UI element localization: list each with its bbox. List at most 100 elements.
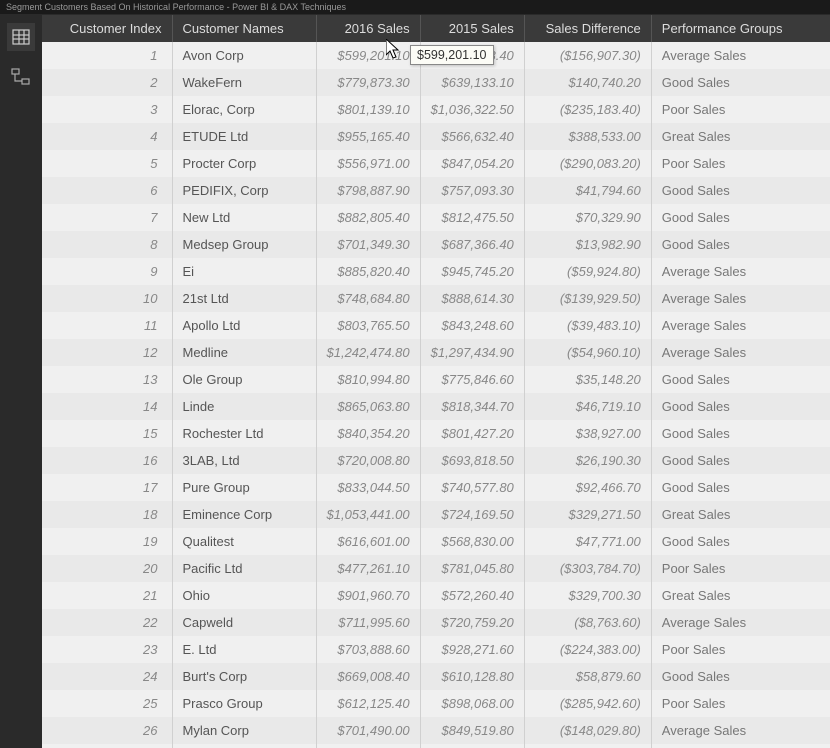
table-row[interactable]: 15Rochester Ltd$840,354.20$801,427.20$38… <box>42 420 830 447</box>
cell-2016-sales[interactable]: $901,960.70 <box>316 582 420 609</box>
cell-2015-sales[interactable]: $945,745.20 <box>420 258 524 285</box>
cell-index[interactable]: 13 <box>42 366 172 393</box>
cell-name[interactable]: Medsep Group <box>172 231 316 258</box>
cell-index[interactable]: 1 <box>42 42 172 69</box>
table-row[interactable]: 3Elorac, Corp$801,139.10$1,036,322.50($2… <box>42 96 830 123</box>
cell-diff[interactable]: ($8,763.60) <box>524 609 651 636</box>
cell-performance[interactable]: Poor Sales <box>651 690 830 717</box>
col-header-perf[interactable]: Performance Groups <box>651 15 830 42</box>
table-wrapper[interactable]: Customer Index Customer Names 2016 Sales… <box>42 15 830 748</box>
cell-2016-sales[interactable]: $1,242,474.80 <box>316 339 420 366</box>
cell-2015-sales[interactable]: $1,036,322.50 <box>420 96 524 123</box>
cell-2016-sales[interactable]: $882,805.40 <box>316 204 420 231</box>
cell-name[interactable]: Capweld <box>172 609 316 636</box>
cell-index[interactable]: 8 <box>42 231 172 258</box>
cell-index[interactable]: 11 <box>42 312 172 339</box>
cell-2016-sales[interactable]: $556,971.00 <box>316 150 420 177</box>
cell-2016-sales[interactable]: $531,966.60 <box>316 744 420 748</box>
cell-2016-sales[interactable]: $703,888.60 <box>316 636 420 663</box>
cell-diff[interactable]: $70,329.90 <box>524 204 651 231</box>
cell-name[interactable]: WakeFern <box>172 69 316 96</box>
table-row[interactable]: 5Procter Corp$556,971.00$847,054.20($290… <box>42 150 830 177</box>
cell-index[interactable]: 7 <box>42 204 172 231</box>
cell-2015-sales[interactable]: $775,846.60 <box>420 366 524 393</box>
cell-performance[interactable]: Average Sales <box>651 717 830 744</box>
cell-2016-sales[interactable]: $801,139.10 <box>316 96 420 123</box>
cell-2016-sales[interactable]: $711,995.60 <box>316 609 420 636</box>
cell-performance[interactable]: Average Sales <box>651 42 830 69</box>
cell-diff[interactable]: $39,067.70 <box>524 744 651 748</box>
cell-diff[interactable]: ($54,960.10) <box>524 339 651 366</box>
cell-2015-sales[interactable]: $801,427.20 <box>420 420 524 447</box>
cell-diff[interactable]: $35,148.20 <box>524 366 651 393</box>
cell-2015-sales[interactable]: $1,297,434.90 <box>420 339 524 366</box>
cell-2016-sales[interactable]: $701,349.30 <box>316 231 420 258</box>
cell-diff[interactable]: ($156,907.30) <box>524 42 651 69</box>
cell-name[interactable]: Avon Corp <box>172 42 316 69</box>
table-row[interactable]: 4ETUDE Ltd$955,165.40$566,632.40$388,533… <box>42 123 830 150</box>
cell-name[interactable]: Rochester Ltd <box>172 420 316 447</box>
relationships-view-icon[interactable] <box>7 63 35 91</box>
cell-index[interactable]: 5 <box>42 150 172 177</box>
cell-performance[interactable]: Average Sales <box>651 339 830 366</box>
cell-performance[interactable]: Good Sales <box>651 69 830 96</box>
cell-index[interactable]: 14 <box>42 393 172 420</box>
table-row[interactable]: 27Wuxi Group$531,966.60$492,898.90$39,06… <box>42 744 830 748</box>
cell-index[interactable]: 27 <box>42 744 172 748</box>
cell-index[interactable]: 25 <box>42 690 172 717</box>
cell-index[interactable]: 26 <box>42 717 172 744</box>
table-row[interactable]: 1Avon Corp$599,201.10$756,108.40($156,90… <box>42 42 830 69</box>
cell-diff[interactable]: ($39,483.10) <box>524 312 651 339</box>
cell-name[interactable]: Pure Group <box>172 474 316 501</box>
cell-2015-sales[interactable]: $724,169.50 <box>420 501 524 528</box>
cell-performance[interactable]: Good Sales <box>651 420 830 447</box>
cell-2015-sales[interactable]: $566,632.40 <box>420 123 524 150</box>
cell-2016-sales[interactable]: $599,201.10 <box>316 42 420 69</box>
table-row[interactable]: 2WakeFern$779,873.30$639,133.10$140,740.… <box>42 69 830 96</box>
cell-2015-sales[interactable]: $610,128.80 <box>420 663 524 690</box>
cell-2015-sales[interactable]: $888,614.30 <box>420 285 524 312</box>
cell-index[interactable]: 3 <box>42 96 172 123</box>
cell-2015-sales[interactable]: $572,260.40 <box>420 582 524 609</box>
cell-2015-sales[interactable]: $720,759.20 <box>420 609 524 636</box>
cell-performance[interactable]: Average Sales <box>651 312 830 339</box>
cell-name[interactable]: Procter Corp <box>172 150 316 177</box>
cell-performance[interactable]: Poor Sales <box>651 150 830 177</box>
cell-performance[interactable]: Good Sales <box>651 447 830 474</box>
cell-2015-sales[interactable]: $639,133.10 <box>420 69 524 96</box>
cell-diff[interactable]: $47,771.00 <box>524 528 651 555</box>
cell-2016-sales[interactable]: $669,008.40 <box>316 663 420 690</box>
table-row[interactable]: 1021st Ltd$748,684.80$888,614.30($139,92… <box>42 285 830 312</box>
cell-diff[interactable]: ($303,784.70) <box>524 555 651 582</box>
cell-name[interactable]: Elorac, Corp <box>172 96 316 123</box>
cell-name[interactable]: Pacific Ltd <box>172 555 316 582</box>
cell-2015-sales[interactable]: $928,271.60 <box>420 636 524 663</box>
cell-2015-sales[interactable]: $847,054.20 <box>420 150 524 177</box>
cell-2015-sales[interactable]: $756,108.40 <box>420 42 524 69</box>
cell-2015-sales[interactable]: $568,830.00 <box>420 528 524 555</box>
cell-index[interactable]: 19 <box>42 528 172 555</box>
cell-performance[interactable]: Poor Sales <box>651 555 830 582</box>
cell-name[interactable]: Burt's Corp <box>172 663 316 690</box>
table-row[interactable]: 14Linde$865,063.80$818,344.70$46,719.10G… <box>42 393 830 420</box>
cell-2015-sales[interactable]: $687,366.40 <box>420 231 524 258</box>
data-view-icon[interactable] <box>7 23 35 51</box>
cell-name[interactable]: Mylan Corp <box>172 717 316 744</box>
table-row[interactable]: 7New Ltd$882,805.40$812,475.50$70,329.90… <box>42 204 830 231</box>
cell-name[interactable]: Medline <box>172 339 316 366</box>
cell-performance[interactable]: Poor Sales <box>651 96 830 123</box>
cell-diff[interactable]: ($224,383.00) <box>524 636 651 663</box>
cell-name[interactable]: Prasco Group <box>172 690 316 717</box>
cell-2015-sales[interactable]: $898,068.00 <box>420 690 524 717</box>
cell-index[interactable]: 18 <box>42 501 172 528</box>
cell-diff[interactable]: ($139,929.50) <box>524 285 651 312</box>
cell-performance[interactable]: Good Sales <box>651 204 830 231</box>
table-row[interactable]: 8Medsep Group$701,349.30$687,366.40$13,9… <box>42 231 830 258</box>
cell-diff[interactable]: ($59,924.80) <box>524 258 651 285</box>
cell-diff[interactable]: $46,719.10 <box>524 393 651 420</box>
cell-diff[interactable]: $13,982.90 <box>524 231 651 258</box>
cell-2016-sales[interactable]: $612,125.40 <box>316 690 420 717</box>
cell-2016-sales[interactable]: $955,165.40 <box>316 123 420 150</box>
cell-name[interactable]: Qualitest <box>172 528 316 555</box>
cell-index[interactable]: 2 <box>42 69 172 96</box>
